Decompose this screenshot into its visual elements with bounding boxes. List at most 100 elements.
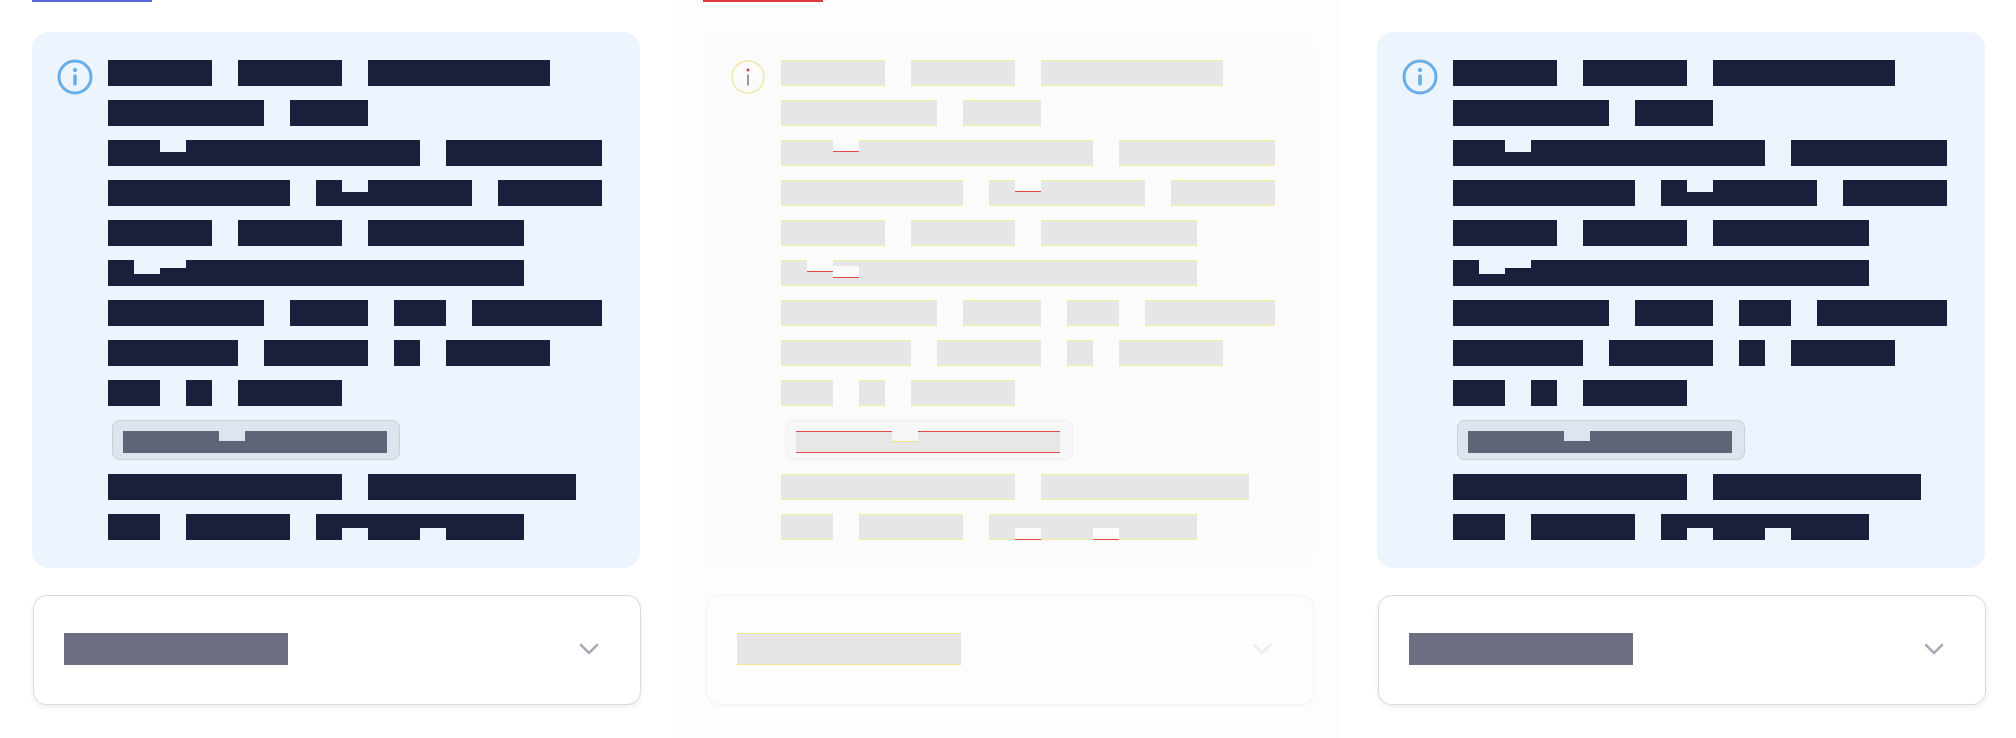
text-word bbox=[394, 300, 446, 326]
text-word bbox=[911, 220, 1015, 246]
text-word bbox=[446, 140, 602, 166]
tab-underline bbox=[703, 0, 823, 2]
text-word bbox=[1453, 340, 1583, 366]
panel-2 bbox=[673, 0, 1341, 738]
text-line bbox=[1453, 140, 1953, 168]
text-word bbox=[108, 180, 290, 206]
text-word bbox=[1531, 514, 1635, 540]
text-word bbox=[1041, 60, 1223, 86]
text-word bbox=[1041, 220, 1197, 246]
text-line bbox=[1453, 220, 1953, 248]
text-word bbox=[316, 180, 472, 206]
text-line bbox=[781, 180, 1281, 208]
text-word bbox=[108, 474, 342, 500]
text-word bbox=[1531, 380, 1557, 406]
select-value bbox=[737, 633, 961, 665]
text-line bbox=[108, 260, 608, 288]
text-word bbox=[1583, 220, 1687, 246]
text-line bbox=[781, 100, 1281, 128]
dropdown-select[interactable] bbox=[33, 595, 641, 705]
info-text bbox=[1453, 60, 1953, 554]
text-word bbox=[108, 380, 160, 406]
text-word bbox=[1739, 340, 1765, 366]
text-line bbox=[1453, 514, 1953, 542]
text-word bbox=[1453, 514, 1505, 540]
chevron-down-icon bbox=[1924, 643, 1944, 655]
text-word bbox=[238, 380, 342, 406]
info-circle-icon bbox=[57, 59, 93, 95]
chevron-down-icon bbox=[1252, 643, 1272, 655]
text-line bbox=[1453, 340, 1953, 368]
text-word bbox=[186, 514, 290, 540]
text-line bbox=[781, 60, 1281, 88]
chip-label bbox=[123, 431, 387, 453]
text-word bbox=[1713, 474, 1921, 500]
text-word bbox=[108, 514, 160, 540]
text-line bbox=[781, 140, 1281, 168]
text-word bbox=[1453, 220, 1557, 246]
text-word bbox=[108, 300, 264, 326]
text-line bbox=[781, 260, 1281, 288]
text-line bbox=[781, 380, 1281, 408]
text-word bbox=[368, 474, 576, 500]
text-word bbox=[781, 220, 885, 246]
text-line bbox=[1453, 380, 1953, 408]
dropdown-select[interactable] bbox=[706, 595, 1314, 705]
text-word bbox=[108, 60, 212, 86]
text-line bbox=[108, 220, 608, 248]
info-card bbox=[705, 32, 1313, 568]
text-line bbox=[108, 474, 608, 502]
text-word bbox=[911, 60, 1015, 86]
text-line bbox=[108, 514, 608, 542]
text-word bbox=[108, 100, 264, 126]
text-line bbox=[781, 300, 1281, 328]
text-word bbox=[1453, 474, 1687, 500]
select-value bbox=[1409, 633, 1633, 665]
inline-code-chip bbox=[112, 420, 400, 460]
text-word bbox=[781, 140, 1093, 166]
text-word bbox=[446, 340, 550, 366]
text-line bbox=[781, 514, 1281, 542]
text-word bbox=[1713, 220, 1869, 246]
text-word bbox=[781, 380, 833, 406]
info-circle-icon bbox=[1402, 59, 1438, 95]
text-word bbox=[1739, 300, 1791, 326]
text-word bbox=[108, 220, 212, 246]
text-line bbox=[108, 380, 608, 408]
info-text bbox=[108, 60, 608, 554]
text-word bbox=[989, 180, 1145, 206]
text-word bbox=[1453, 140, 1765, 166]
text-word bbox=[963, 300, 1041, 326]
panel-3 bbox=[1345, 0, 2013, 738]
text-word bbox=[1453, 100, 1609, 126]
text-word bbox=[1119, 140, 1275, 166]
text-word bbox=[368, 220, 524, 246]
text-word bbox=[937, 340, 1041, 366]
text-word bbox=[781, 514, 833, 540]
text-word bbox=[781, 60, 885, 86]
text-line bbox=[1453, 260, 1953, 288]
text-word bbox=[472, 300, 602, 326]
text-word bbox=[1067, 300, 1119, 326]
text-word bbox=[1661, 180, 1817, 206]
text-line bbox=[781, 220, 1281, 248]
chip-line bbox=[1453, 420, 1953, 466]
inline-code-chip bbox=[1457, 420, 1745, 460]
text-word bbox=[859, 514, 963, 540]
chip-label bbox=[1468, 431, 1732, 453]
text-line bbox=[1453, 100, 1953, 128]
text-word bbox=[108, 140, 420, 166]
text-word bbox=[264, 340, 368, 366]
text-line bbox=[1453, 180, 1953, 208]
text-line bbox=[108, 60, 608, 88]
info-text bbox=[781, 60, 1281, 554]
dropdown-select[interactable] bbox=[1378, 595, 1986, 705]
text-word bbox=[963, 100, 1041, 126]
info-card bbox=[1377, 32, 1985, 568]
text-word bbox=[1817, 300, 1947, 326]
text-line bbox=[1453, 474, 1953, 502]
text-word bbox=[1041, 474, 1249, 500]
info-circle-icon bbox=[731, 60, 765, 94]
chevron-down-icon bbox=[579, 643, 599, 655]
text-word bbox=[1171, 180, 1275, 206]
